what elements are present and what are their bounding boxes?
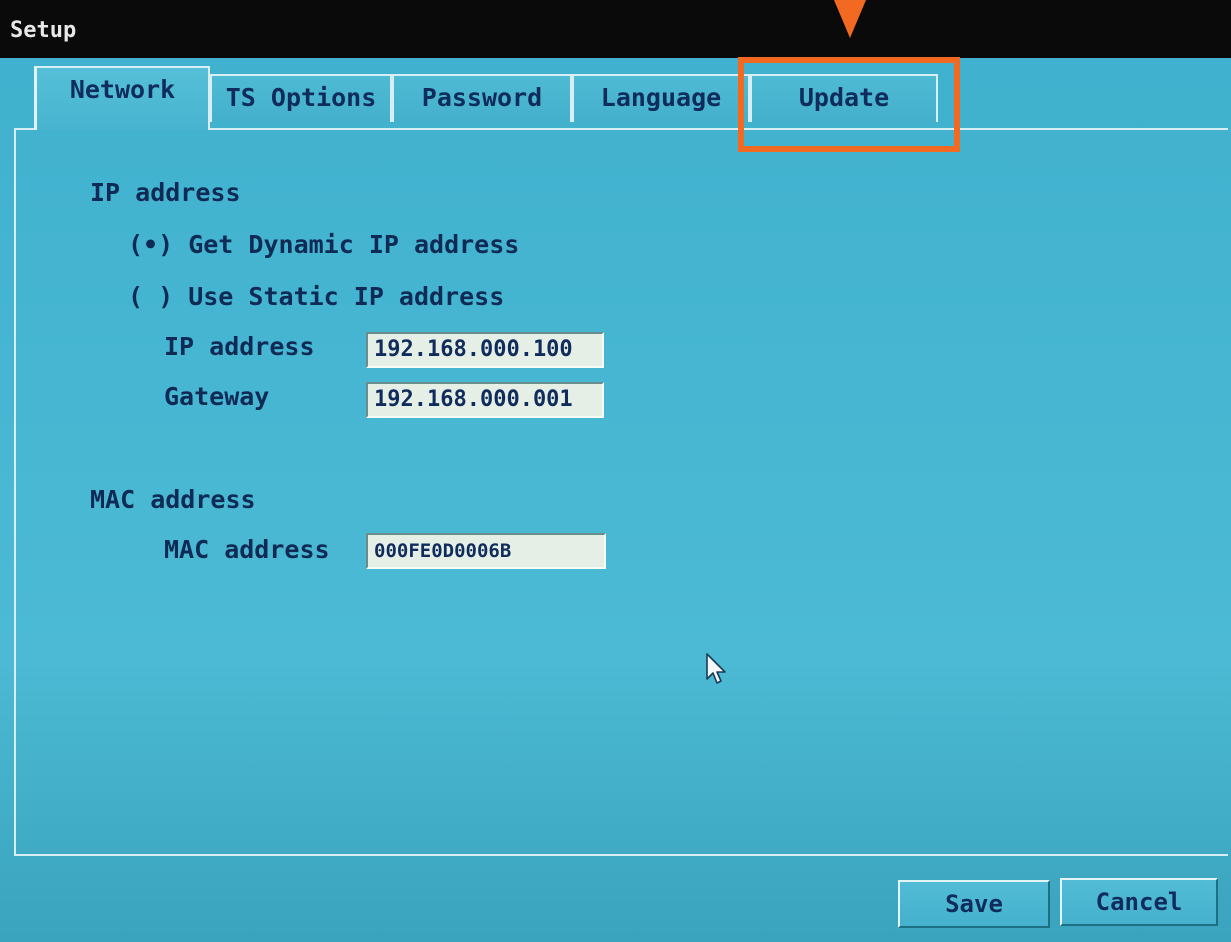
highlight-arrow-icon — [834, 0, 866, 38]
tab-network[interactable]: Network — [34, 66, 210, 130]
title-bar: Setup — [0, 0, 1231, 58]
radio-dynamic-ip[interactable]: (•) Get Dynamic IP address — [128, 230, 519, 259]
tab-password[interactable]: Password — [392, 74, 572, 122]
tab-ts-options[interactable]: TS Options — [210, 74, 392, 122]
mac-section-heading: MAC address — [90, 485, 256, 514]
mouse-pointer-icon — [706, 653, 726, 684]
ip-section-heading: IP address — [90, 178, 241, 207]
cancel-button[interactable]: Cancel — [1060, 878, 1218, 926]
tab-language[interactable]: Language — [572, 74, 750, 122]
ip-address-label: IP address — [164, 332, 315, 361]
mac-address-label: MAC address — [164, 535, 330, 564]
gateway-label: Gateway — [164, 382, 270, 411]
mac-address-field: 000FE0D0006B — [366, 533, 606, 569]
setup-screen: Setup Network TS Options Password Langua… — [0, 0, 1231, 942]
tab-bar: Network TS Options Password Language Upd… — [0, 58, 1231, 130]
radio-static-ip[interactable]: ( ) Use Static IP address — [128, 282, 504, 311]
ip-address-field[interactable]: 192.168.000.100 — [366, 332, 604, 368]
gateway-field[interactable]: 192.168.000.001 — [366, 382, 604, 418]
window-title: Setup — [10, 18, 77, 43]
update-tab-highlight — [738, 57, 960, 152]
save-button[interactable]: Save — [898, 880, 1050, 928]
